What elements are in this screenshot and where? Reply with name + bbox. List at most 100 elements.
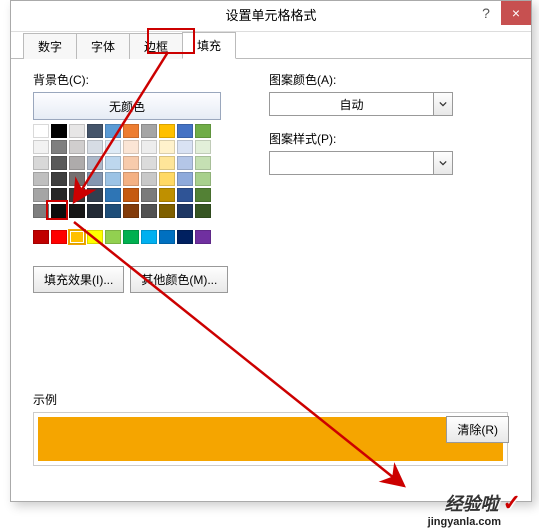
titlebar: 设置单元格格式 ? × bbox=[11, 1, 531, 32]
color-swatch[interactable] bbox=[69, 188, 85, 202]
color-swatch[interactable] bbox=[51, 172, 67, 186]
color-swatch[interactable] bbox=[177, 124, 193, 138]
color-swatch[interactable] bbox=[51, 156, 67, 170]
color-swatch[interactable] bbox=[159, 188, 175, 202]
color-swatch[interactable] bbox=[141, 188, 157, 202]
color-swatch[interactable] bbox=[159, 230, 175, 244]
color-swatch[interactable] bbox=[69, 230, 85, 244]
color-swatch[interactable] bbox=[123, 188, 139, 202]
tab-font[interactable]: 字体 bbox=[76, 33, 130, 59]
color-swatch[interactable] bbox=[141, 140, 157, 154]
color-swatch[interactable] bbox=[177, 140, 193, 154]
button-row: 填充效果(I)... 其他颜色(M)... bbox=[33, 266, 243, 293]
color-swatch[interactable] bbox=[141, 172, 157, 186]
color-swatch[interactable] bbox=[51, 204, 67, 218]
color-swatch[interactable] bbox=[159, 172, 175, 186]
color-swatch[interactable] bbox=[105, 140, 121, 154]
color-swatch[interactable] bbox=[123, 124, 139, 138]
standard-color-row bbox=[33, 230, 243, 244]
color-swatch[interactable] bbox=[69, 124, 85, 138]
color-swatch[interactable] bbox=[33, 172, 49, 186]
color-swatch[interactable] bbox=[123, 156, 139, 170]
watermark-url-wrap: jingyanla.com bbox=[428, 516, 501, 528]
tabstrip: 数字 字体 边框 填充 bbox=[11, 32, 531, 59]
color-swatch[interactable] bbox=[87, 230, 103, 244]
color-swatch[interactable] bbox=[195, 230, 211, 244]
pattern-color-value: 自动 bbox=[270, 96, 433, 113]
color-swatch[interactable] bbox=[123, 230, 139, 244]
color-swatch[interactable] bbox=[141, 204, 157, 218]
sample-area: 示例 bbox=[33, 391, 508, 466]
color-swatch[interactable] bbox=[51, 140, 67, 154]
color-swatch[interactable] bbox=[195, 204, 211, 218]
color-swatch[interactable] bbox=[87, 140, 103, 154]
color-swatch[interactable] bbox=[69, 140, 85, 154]
color-swatch[interactable] bbox=[177, 230, 193, 244]
color-swatch[interactable] bbox=[123, 172, 139, 186]
color-swatch[interactable] bbox=[123, 140, 139, 154]
color-swatch[interactable] bbox=[159, 124, 175, 138]
bg-color-label: 背景色(C): bbox=[33, 71, 243, 88]
format-cells-dialog: 设置单元格格式 ? × 数字 字体 边框 填充 背景色(C): 无颜色 填充效果… bbox=[10, 0, 532, 502]
color-swatch[interactable] bbox=[105, 204, 121, 218]
no-color-button[interactable]: 无颜色 bbox=[33, 92, 221, 120]
watermark-url: jingyanla.com bbox=[428, 516, 501, 528]
color-swatch[interactable] bbox=[105, 124, 121, 138]
color-swatch[interactable] bbox=[33, 140, 49, 154]
color-swatch[interactable] bbox=[159, 140, 175, 154]
color-swatch[interactable] bbox=[33, 230, 49, 244]
pattern-color-combo[interactable]: 自动 bbox=[269, 92, 453, 116]
tab-border[interactable]: 边框 bbox=[129, 33, 183, 59]
right-column: 图案颜色(A): 自动 图案样式(P): bbox=[269, 71, 489, 189]
close-button[interactable]: × bbox=[501, 1, 531, 25]
content-area: 背景色(C): 无颜色 填充效果(I)... 其他颜色(M)... 图案颜色(A… bbox=[11, 59, 531, 489]
other-colors-button[interactable]: 其他颜色(M)... bbox=[130, 266, 228, 293]
color-swatch[interactable] bbox=[177, 172, 193, 186]
color-swatch[interactable] bbox=[177, 188, 193, 202]
color-swatch[interactable] bbox=[87, 188, 103, 202]
color-swatch[interactable] bbox=[159, 204, 175, 218]
check-icon: ✓ bbox=[503, 490, 521, 516]
color-swatch[interactable] bbox=[177, 204, 193, 218]
color-swatch[interactable] bbox=[69, 204, 85, 218]
color-swatch[interactable] bbox=[33, 156, 49, 170]
color-swatch[interactable] bbox=[195, 172, 211, 186]
color-swatch[interactable] bbox=[87, 204, 103, 218]
color-swatch[interactable] bbox=[195, 156, 211, 170]
watermark-text: 经验啦 bbox=[445, 490, 499, 516]
color-swatch[interactable] bbox=[87, 124, 103, 138]
color-swatch[interactable] bbox=[141, 156, 157, 170]
pattern-style-combo[interactable] bbox=[269, 151, 453, 175]
color-swatch[interactable] bbox=[159, 156, 175, 170]
color-swatch[interactable] bbox=[105, 230, 121, 244]
color-swatch[interactable] bbox=[177, 156, 193, 170]
color-swatch[interactable] bbox=[33, 124, 49, 138]
bottom-buttons: 清除(R) bbox=[446, 416, 509, 443]
color-swatch[interactable] bbox=[51, 188, 67, 202]
color-grid bbox=[33, 124, 243, 218]
sample-fieldset bbox=[33, 412, 508, 466]
color-swatch[interactable] bbox=[33, 204, 49, 218]
color-swatch[interactable] bbox=[105, 188, 121, 202]
color-swatch[interactable] bbox=[51, 124, 67, 138]
color-swatch[interactable] bbox=[69, 156, 85, 170]
color-swatch[interactable] bbox=[195, 124, 211, 138]
color-swatch[interactable] bbox=[69, 172, 85, 186]
fill-effects-button[interactable]: 填充效果(I)... bbox=[33, 266, 124, 293]
color-swatch[interactable] bbox=[123, 204, 139, 218]
color-swatch[interactable] bbox=[51, 230, 67, 244]
tab-fill[interactable]: 填充 bbox=[182, 32, 236, 59]
clear-button[interactable]: 清除(R) bbox=[446, 416, 509, 443]
color-swatch[interactable] bbox=[141, 124, 157, 138]
chevron-down-icon bbox=[433, 152, 452, 174]
color-swatch[interactable] bbox=[105, 156, 121, 170]
color-swatch[interactable] bbox=[105, 172, 121, 186]
color-swatch[interactable] bbox=[141, 230, 157, 244]
color-swatch[interactable] bbox=[195, 188, 211, 202]
color-swatch[interactable] bbox=[87, 156, 103, 170]
color-swatch[interactable] bbox=[195, 140, 211, 154]
tab-number[interactable]: 数字 bbox=[23, 33, 77, 59]
color-swatch[interactable] bbox=[33, 188, 49, 202]
color-swatch[interactable] bbox=[87, 172, 103, 186]
help-button[interactable]: ? bbox=[471, 1, 501, 25]
